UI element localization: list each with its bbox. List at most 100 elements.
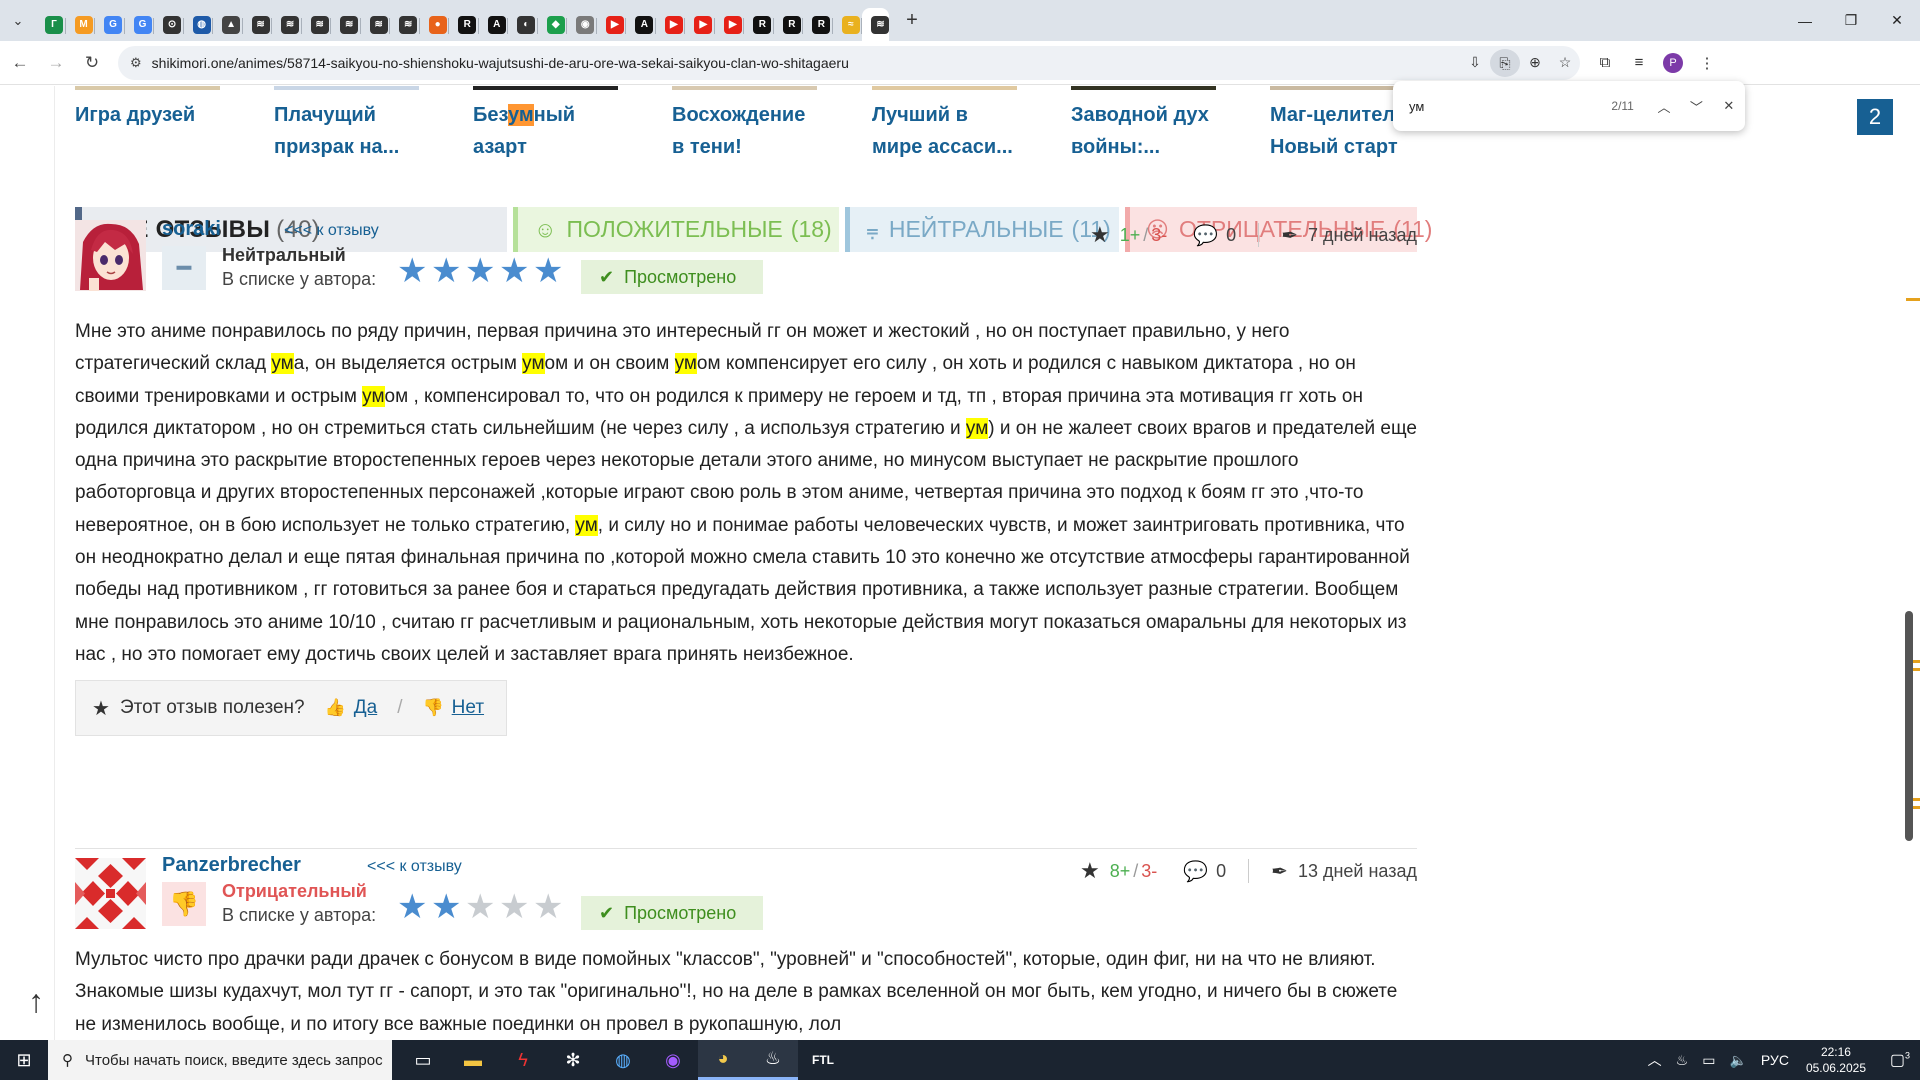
- minimize-icon[interactable]: —: [1782, 0, 1828, 41]
- browser-tab[interactable]: ▶Ю: [715, 9, 745, 41]
- network-icon[interactable]: ▭: [1702, 1052, 1715, 1069]
- steam-icon[interactable]: ♨: [748, 1040, 798, 1080]
- media-icon[interactable]: ≡: [1622, 54, 1656, 71]
- ftl-icon[interactable]: FTL: [798, 1040, 848, 1080]
- helpful-no-link[interactable]: Нет: [452, 697, 484, 719]
- app-icon[interactable]: ✻: [548, 1040, 598, 1080]
- review-author[interactable]: soraki: [162, 218, 221, 241]
- browser-tab[interactable]: AM: [479, 9, 509, 41]
- zoom-icon[interactable]: ⊕: [1520, 54, 1550, 71]
- related-anime-poster[interactable]: [473, 86, 618, 90]
- related-anime-title[interactable]: Безумный азарт: [473, 99, 623, 163]
- browser-tab[interactable]: ◍Лi: [184, 9, 214, 41]
- scrollbar-thumb[interactable]: [1905, 611, 1913, 841]
- browser-tab[interactable]: ≋Tri: [361, 9, 391, 41]
- tray-expand-icon[interactable]: ︿: [1648, 1050, 1662, 1070]
- browser-tab[interactable]: ▲Ai: [213, 9, 243, 41]
- browser-tab[interactable]: ●Гi: [420, 9, 450, 41]
- clock[interactable]: 22:16 05.06.2025: [1806, 1044, 1866, 1076]
- bookmark-star-icon[interactable]: ☆: [1550, 54, 1580, 71]
- browser-tab[interactable]: ▶ЛЕ: [685, 9, 715, 41]
- related-anime-poster[interactable]: [75, 86, 220, 90]
- extensions-icon[interactable]: ⧉: [1588, 54, 1622, 71]
- forward-icon[interactable]: →: [40, 47, 72, 79]
- browser-tab[interactable]: Gчи: [95, 9, 125, 41]
- related-anime-title[interactable]: Заводной дух войны:...: [1071, 99, 1221, 163]
- browser-tab[interactable]: ≈TS: [833, 9, 863, 41]
- app-icon[interactable]: ◉: [648, 1040, 698, 1080]
- browser-tab[interactable]: M: [66, 9, 96, 41]
- taskbar-search[interactable]: ⚲ Чтобы начать поиск, введите здесь запр…: [48, 1040, 392, 1080]
- browser-tab[interactable]: ▶ТР: [656, 9, 686, 41]
- related-anime-poster[interactable]: [872, 86, 1017, 90]
- browser-tab[interactable]: ≋Пс: [390, 9, 420, 41]
- browser-tab[interactable]: ⊙Ск: [154, 9, 184, 41]
- find-close-icon[interactable]: ✕: [1713, 98, 1745, 114]
- browser-tab[interactable]: ▶КС: [597, 9, 627, 41]
- language-indicator[interactable]: РУС: [1761, 1052, 1789, 1068]
- comments-count[interactable]: 0: [1226, 225, 1236, 246]
- find-input[interactable]: ум: [1409, 99, 1544, 114]
- volume-icon[interactable]: 🔈: [1729, 1052, 1746, 1069]
- find-next-icon[interactable]: ﹀: [1680, 97, 1712, 116]
- back-icon[interactable]: ←: [4, 47, 36, 79]
- find-previous-icon[interactable]: ︿: [1648, 97, 1680, 116]
- install-app-icon[interactable]: ⇩: [1460, 54, 1490, 71]
- browser-tab[interactable]: ◉Фи: [567, 9, 597, 41]
- browser-tab[interactable]: ≋M: [272, 9, 302, 41]
- browser-tab[interactable]: Gот: [125, 9, 155, 41]
- close-window-icon[interactable]: ✕: [1874, 0, 1920, 41]
- helpful-yes-link[interactable]: Да: [354, 697, 377, 719]
- related-anime-poster[interactable]: [672, 86, 817, 90]
- chrome-icon[interactable]: ◕: [698, 1040, 748, 1080]
- page-number-badge[interactable]: 2: [1857, 99, 1893, 135]
- scroll-to-top-icon[interactable]: ↑: [28, 983, 44, 1020]
- browser-tab[interactable]: Г: [36, 9, 66, 41]
- app-icon[interactable]: ◍: [598, 1040, 648, 1080]
- url-text[interactable]: shikimori.one/animes/58714-saikyou-no-sh…: [152, 55, 1460, 71]
- back-to-review-link[interactable]: <<< к отзыву: [284, 222, 379, 240]
- reload-icon[interactable]: ↻: [76, 47, 108, 79]
- related-anime-title[interactable]: Лучший в мире ассаси...: [872, 99, 1022, 163]
- steam-tray-icon[interactable]: ♨: [1676, 1052, 1689, 1069]
- review-author[interactable]: Panzerbrecher: [162, 854, 301, 877]
- browser-tab[interactable]: RM: [449, 9, 479, 41]
- related-anime-title[interactable]: Восхождение в тени!: [672, 99, 822, 163]
- find-in-page-icon[interactable]: ⎘: [1490, 48, 1520, 77]
- thumbs-up-icon[interactable]: 👍: [325, 698, 346, 718]
- browser-tab[interactable]: ≋Be: [302, 9, 332, 41]
- browser-tab[interactable]: RM: [774, 9, 804, 41]
- flash-app-icon[interactable]: ϟ: [498, 1040, 548, 1080]
- thumbs-down-icon[interactable]: 👎: [423, 698, 444, 718]
- related-anime-title[interactable]: Игра друзей: [75, 99, 225, 131]
- browser-tab[interactable]: AAi: [626, 9, 656, 41]
- restore-icon[interactable]: ❐: [1828, 0, 1874, 41]
- browser-tab[interactable]: ◐Ol: [508, 9, 538, 41]
- comments-count[interactable]: 0: [1216, 861, 1226, 882]
- browser-tab[interactable]: RНe: [803, 9, 833, 41]
- rating-star-icon: ★: [431, 888, 462, 926]
- site-info-icon[interactable]: ⚙: [130, 55, 142, 71]
- back-to-review-link[interactable]: <<< к отзыву: [367, 858, 462, 876]
- avatar[interactable]: [75, 858, 146, 929]
- avatar[interactable]: [75, 220, 146, 291]
- browser-tab[interactable]: RНe: [744, 9, 774, 41]
- task-view-icon[interactable]: ▭: [398, 1040, 448, 1080]
- address-bar[interactable]: ⚙ shikimori.one/animes/58714-saikyou-no-…: [118, 45, 1580, 80]
- menu-icon[interactable]: ⋮: [1690, 54, 1724, 72]
- active-browser-tab[interactable]: ≋✕: [862, 8, 889, 41]
- profile-avatar[interactable]: P: [1663, 52, 1683, 73]
- related-anime-poster[interactable]: [1071, 86, 1216, 90]
- windows-start-icon[interactable]: ⊞: [0, 1040, 48, 1080]
- notifications-icon[interactable]: ▢3: [1880, 1050, 1920, 1070]
- related-anime-poster[interactable]: [274, 86, 419, 90]
- browser-tab[interactable]: ≋Fu: [243, 9, 273, 41]
- tab-search-icon[interactable]: ⌄: [0, 0, 36, 41]
- new-tab-button[interactable]: +: [895, 4, 929, 38]
- browser-tab[interactable]: ≋Ка: [331, 9, 361, 41]
- file-explorer-icon[interactable]: ▬: [448, 1040, 498, 1080]
- browser-tab[interactable]: ◆Пл: [538, 9, 568, 41]
- comments-icon[interactable]: 💬: [1193, 223, 1218, 248]
- related-anime-title[interactable]: Плачущий призрак на...: [274, 99, 424, 163]
- comments-icon[interactable]: 💬: [1183, 859, 1208, 884]
